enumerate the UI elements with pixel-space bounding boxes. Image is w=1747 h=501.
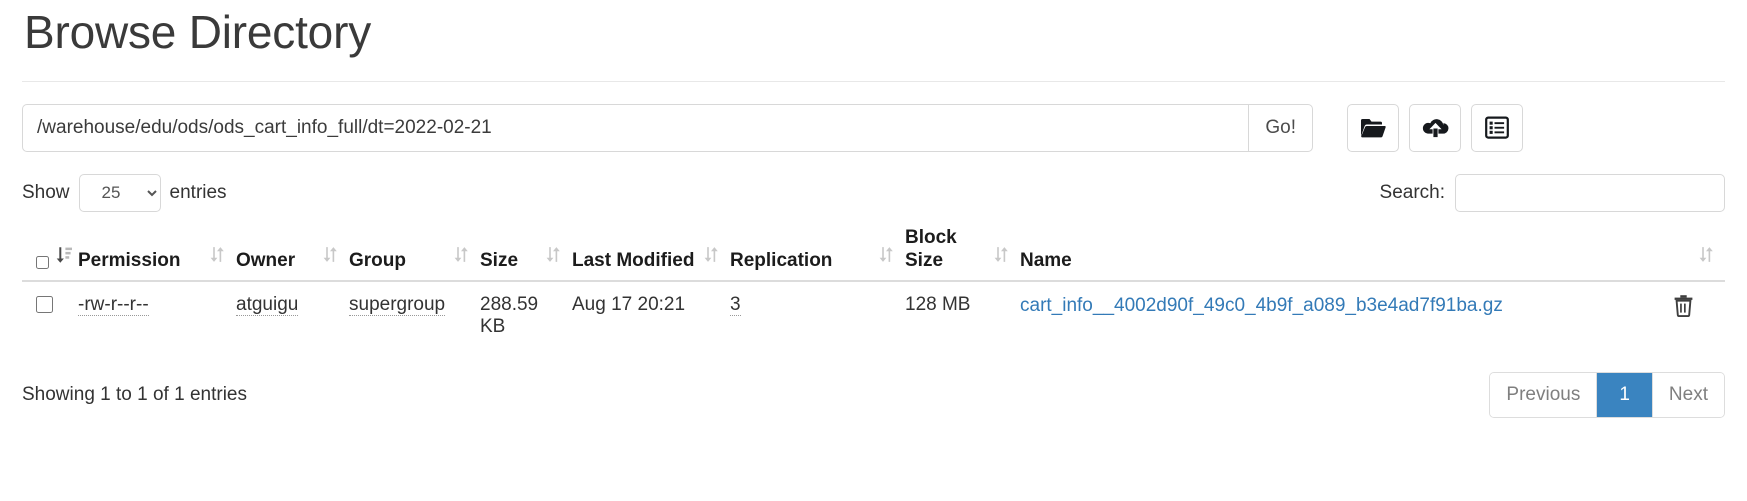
sort-updown-icon xyxy=(993,245,1010,272)
column-header-last-modified[interactable]: Last Modified xyxy=(572,225,730,283)
entries-info: Showing 1 to 1 of 1 entries xyxy=(22,384,247,406)
column-label: Size xyxy=(480,250,519,272)
table-row: -rw-r--r-- atguigu supergroup 288.59 KB … xyxy=(22,281,1725,350)
delete-file-button[interactable] xyxy=(1673,294,1694,320)
column-label: Name xyxy=(1020,250,1072,272)
show-label: Show xyxy=(22,181,70,203)
column-header-permission[interactable]: Permission xyxy=(78,225,236,283)
row-checkbox[interactable] xyxy=(36,296,53,314)
column-label: Replication xyxy=(730,250,833,272)
permission-value[interactable]: -rw-r--r-- xyxy=(78,294,149,317)
sort-updown-icon xyxy=(878,245,895,272)
pagination-previous-button[interactable]: Previous xyxy=(1490,373,1598,418)
table-controls: Show 25 entries Search: xyxy=(22,173,1725,212)
create-directory-button[interactable] xyxy=(1347,103,1399,152)
folder-open-icon xyxy=(1360,117,1386,139)
cell-owner: atguigu xyxy=(236,281,349,350)
cell-actions xyxy=(1669,281,1725,350)
column-label: Group xyxy=(349,250,406,272)
row-select-cell xyxy=(22,281,78,350)
directory-actions-toolbar xyxy=(1347,103,1523,152)
search-input[interactable] xyxy=(1455,173,1725,212)
pagination-next-button[interactable]: Next xyxy=(1652,373,1724,418)
cell-size: 288.59 KB xyxy=(480,294,539,338)
table-footer: Showing 1 to 1 of 1 entries Previous 1 N… xyxy=(22,372,1725,419)
snapshot-list-button[interactable] xyxy=(1471,103,1523,152)
cell-name: cart_info__4002d90f_49c0_4b9f_a089_b3e4a… xyxy=(1020,281,1669,350)
cloud-upload-icon xyxy=(1422,117,1449,139)
owner-value[interactable]: atguigu xyxy=(236,294,299,317)
group-value[interactable]: supergroup xyxy=(349,294,446,317)
path-toolbar: Go! xyxy=(22,103,1725,152)
sort-updown-icon xyxy=(209,245,226,272)
column-label: Last Modified xyxy=(572,250,695,272)
sort-updown-icon xyxy=(322,245,339,272)
entries-label: entries xyxy=(169,181,227,203)
column-header-block-size[interactable]: Block Size xyxy=(905,225,1020,283)
column-header-name[interactable]: Name xyxy=(1020,225,1669,283)
upload-files-button[interactable] xyxy=(1409,103,1461,152)
pagination: Previous 1 Next xyxy=(1489,372,1725,419)
column-header-owner[interactable]: Owner xyxy=(236,225,349,283)
cell-block-size: 128 MB xyxy=(905,294,971,316)
column-label: Block Size xyxy=(905,226,957,272)
column-header-select[interactable] xyxy=(22,225,78,283)
sort-updown-icon xyxy=(703,245,720,272)
search-control: Search: xyxy=(1379,173,1725,212)
sort-updown-icon xyxy=(1698,245,1715,272)
cell-last-modified: Aug 17 20:21 xyxy=(572,294,686,316)
column-header-group[interactable]: Group xyxy=(349,225,480,283)
sort-updown-icon xyxy=(545,245,562,272)
sort-updown-icon xyxy=(453,245,470,272)
file-name-link[interactable]: cart_info__4002d90f_49c0_4b9f_a089_b3e4a… xyxy=(1020,295,1503,316)
column-label: Permission xyxy=(78,250,181,272)
column-header-actions[interactable] xyxy=(1669,225,1725,283)
title-divider xyxy=(22,80,1725,82)
page-title: Browse Directory xyxy=(24,6,371,58)
browse-directory-page: Browse Directory Go! xyxy=(0,0,1747,419)
column-header-replication[interactable]: Replication xyxy=(730,225,905,283)
length-control: Show 25 entries xyxy=(22,173,227,212)
cell-group: supergroup xyxy=(349,281,480,350)
cell-replication: 3 xyxy=(730,281,905,350)
list-alt-icon xyxy=(1485,116,1509,140)
column-label: Owner xyxy=(236,250,296,272)
replication-value[interactable]: 3 xyxy=(730,294,741,317)
path-input-group: Go! xyxy=(22,103,1313,152)
trash-icon xyxy=(1673,295,1694,320)
search-label: Search: xyxy=(1379,181,1445,203)
path-input[interactable] xyxy=(22,103,1249,152)
go-button[interactable]: Go! xyxy=(1248,103,1313,152)
column-header-size[interactable]: Size xyxy=(480,225,572,283)
select-all-checkbox[interactable] xyxy=(36,254,49,272)
pagination-page-1-button[interactable]: 1 xyxy=(1597,373,1653,418)
file-listing-table: Permission Owner Group Size Last Modifie… xyxy=(22,225,1725,350)
sort-amount-down-icon xyxy=(55,245,74,272)
cell-permission: -rw-r--r-- xyxy=(78,281,236,350)
entries-length-select[interactable]: 25 xyxy=(78,173,161,212)
table-header-row: Permission Owner Group Size Last Modifie… xyxy=(22,225,1725,283)
